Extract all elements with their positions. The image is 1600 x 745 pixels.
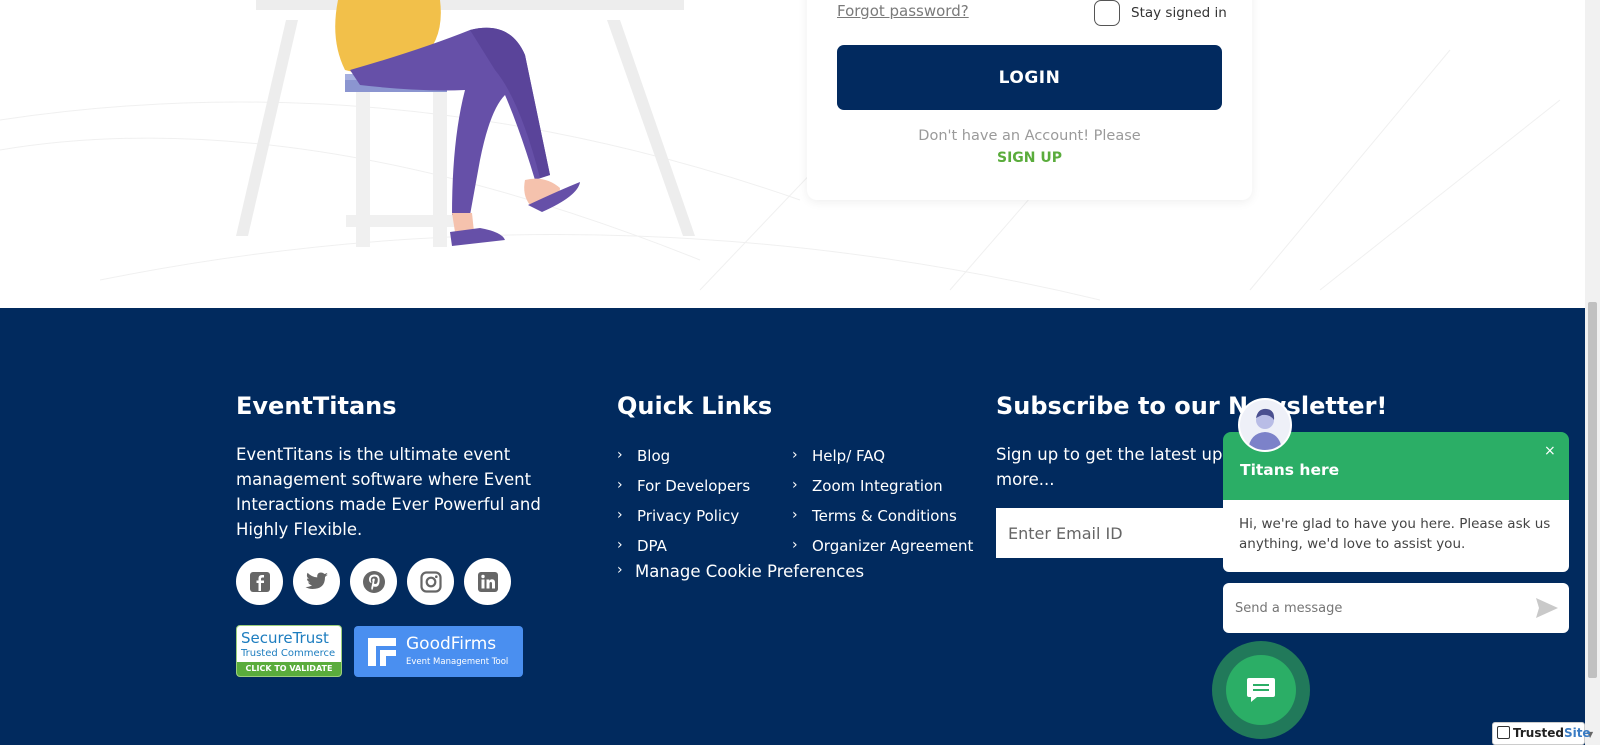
trustedsite-badge[interactable]: TrustedSite <box>1492 722 1591 745</box>
securetrust-name: SecureTrust <box>241 629 329 647</box>
chevron-right-icon: › <box>792 507 798 523</box>
chat-launcher-button[interactable] <box>1212 641 1310 739</box>
checkmark-icon <box>1497 726 1510 739</box>
quick-links-title: Quick Links <box>617 392 773 420</box>
chevron-right-icon: › <box>792 447 798 463</box>
facebook-icon[interactable] <box>236 558 283 605</box>
pinterest-icon[interactable] <box>350 558 397 605</box>
chat-launcher-inner <box>1226 655 1296 725</box>
chevron-right-icon: › <box>617 477 623 493</box>
chevron-right-icon: › <box>792 537 798 553</box>
chat-agent-avatar <box>1238 398 1292 452</box>
chat-message-input[interactable] <box>1223 583 1569 633</box>
login-section: Forgot password? Stay signed in LOGIN Do… <box>0 0 1585 308</box>
footer-about-text: EventTitans is the ultimate event manage… <box>236 445 541 539</box>
goodfirms-logo-icon <box>368 638 396 666</box>
chat-message-text: Hi, we're glad to have you here. Please … <box>1239 516 1551 552</box>
stay-signed-in-checkbox[interactable] <box>1094 0 1120 26</box>
chat-bubble-icon <box>1247 678 1275 702</box>
send-icon[interactable] <box>1535 597 1559 623</box>
close-icon[interactable]: × <box>1544 443 1556 459</box>
newsletter-title: Subscribe to our Newsletter! <box>996 392 1388 420</box>
no-account-text: Don't have an Account! Please <box>918 128 1141 144</box>
forgot-password-link[interactable]: Forgot password? <box>837 2 969 20</box>
goodfirms-subtitle: Event Management Tool <box>406 657 509 667</box>
footer-brand-title: EventTitans <box>236 392 397 420</box>
securetrust-badge[interactable]: SecureTrust Trusted Commerce CLICK TO VA… <box>236 625 342 677</box>
twitter-icon[interactable] <box>293 558 340 605</box>
chevron-right-icon: › <box>617 447 623 463</box>
signup-link[interactable]: SIGN UP <box>837 150 1222 166</box>
woman-on-stool-illustration <box>0 0 1561 301</box>
chevron-right-icon: › <box>617 537 623 553</box>
goodfirms-badge[interactable]: GoodFirms Event Management Tool <box>354 626 523 677</box>
trustedsite-label: TrustedSite <box>1513 726 1591 740</box>
newsletter-email-input[interactable] <box>996 508 1236 558</box>
securetrust-subtitle: Trusted Commerce <box>241 648 336 659</box>
scrollbar-thumb[interactable] <box>1588 302 1597 678</box>
securetrust-validate: CLICK TO VALIDATE <box>237 662 341 676</box>
chevron-right-icon: › <box>792 477 798 493</box>
chevron-right-icon: › <box>617 507 623 523</box>
goodfirms-name: GoodFirms <box>406 634 497 654</box>
linkedin-icon[interactable] <box>464 558 511 605</box>
newsletter-description: Sign up to get the latest upd more... <box>996 445 1233 489</box>
chevron-right-icon: › <box>617 562 623 578</box>
chat-title: Titans here <box>1240 461 1340 479</box>
instagram-icon[interactable] <box>407 558 454 605</box>
stay-signed-in-label: Stay signed in <box>1131 5 1227 21</box>
login-button[interactable]: LOGIN <box>837 45 1222 110</box>
